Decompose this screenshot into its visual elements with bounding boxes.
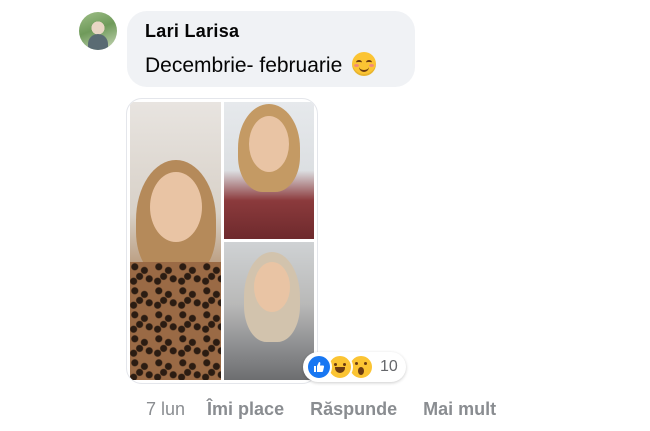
face-shape	[249, 116, 289, 172]
more-button[interactable]: Mai mult	[423, 399, 496, 420]
comment-author[interactable]: Lari Larisa	[145, 21, 397, 42]
like-button[interactable]: Îmi place	[207, 399, 284, 420]
comment-actions: 7 lun Îmi place Răspunde Mai mult	[146, 399, 522, 420]
leopard-top-shape	[130, 262, 221, 380]
face-shape	[254, 262, 290, 312]
reply-button[interactable]: Răspunde	[310, 399, 397, 420]
comment-text: Decembrie- februarie	[145, 54, 343, 77]
like-reaction-icon	[306, 354, 332, 380]
comment-text-row: Decembrie- februarie	[145, 52, 397, 78]
face-shape	[150, 172, 202, 242]
photo-bottom-right[interactable]	[224, 242, 314, 380]
photo-collage[interactable]	[126, 98, 318, 384]
photo-top-right[interactable]	[224, 102, 314, 239]
avatar[interactable]	[79, 12, 117, 50]
comment-timestamp[interactable]: 7 lun	[146, 399, 185, 420]
smiling-face-with-blush-icon	[352, 52, 377, 76]
reaction-summary[interactable]: 10	[303, 352, 406, 382]
photo-left[interactable]	[130, 102, 221, 380]
avatar-figure	[88, 34, 108, 50]
comment-bubble: Lari Larisa Decembrie- februarie	[127, 11, 415, 87]
reaction-count: 10	[380, 358, 398, 375]
